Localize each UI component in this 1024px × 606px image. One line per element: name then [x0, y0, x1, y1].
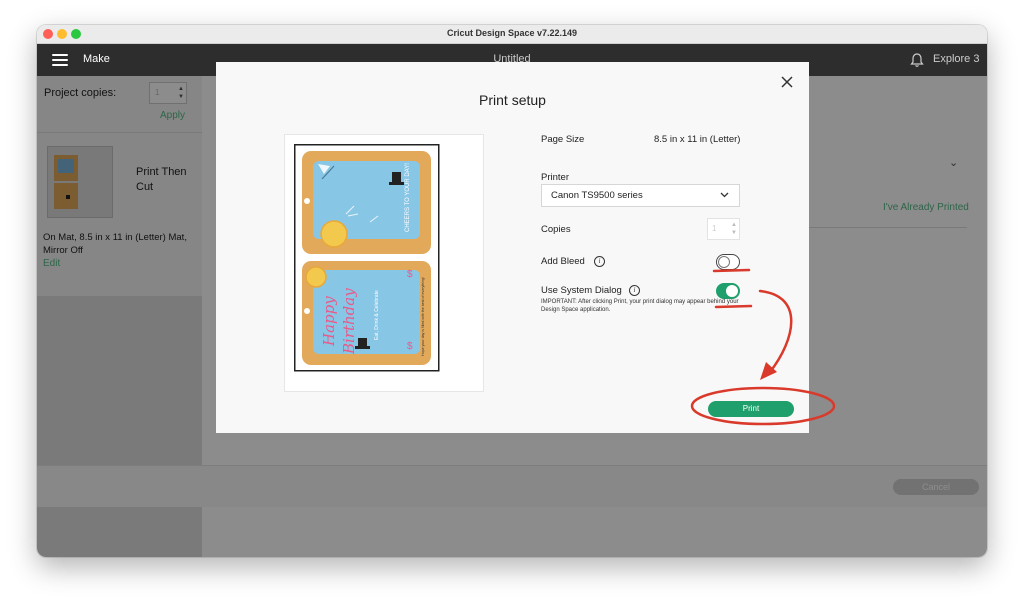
annotation-arrow: [758, 289, 793, 374]
bleed-underline: [712, 268, 751, 273]
annotation-overlay: [690, 268, 836, 426]
print-button-circle: [690, 386, 836, 426]
dialog-underline: [714, 304, 753, 309]
